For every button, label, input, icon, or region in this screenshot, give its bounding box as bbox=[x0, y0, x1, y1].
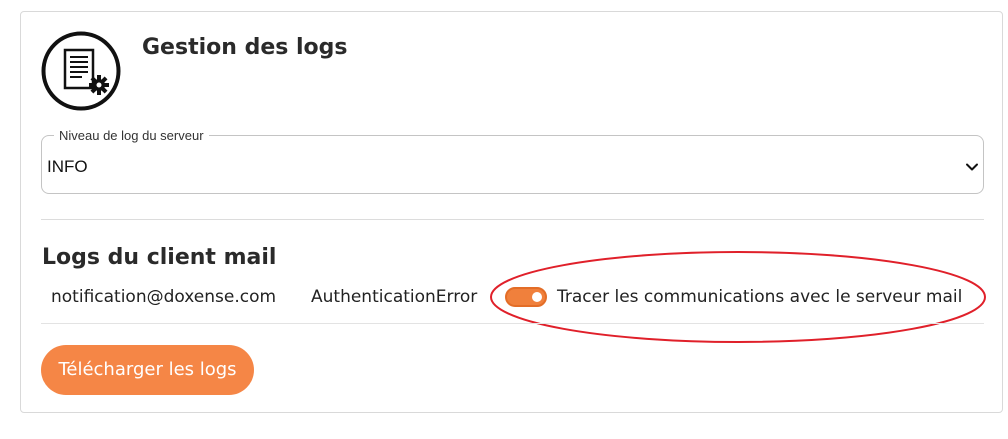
section-divider bbox=[41, 219, 984, 220]
toggle-knob bbox=[532, 292, 542, 302]
page-title: Gestion des logs bbox=[142, 35, 348, 60]
log-settings-icon bbox=[41, 31, 121, 111]
server-log-level-label: Niveau de log du serveur bbox=[54, 127, 209, 145]
mail-client-status: AuthenticationError bbox=[311, 287, 478, 307]
mail-logs-title: Logs du client mail bbox=[42, 245, 277, 270]
mail-client-email: notification@doxense.com bbox=[51, 287, 277, 307]
trace-communications-label[interactable]: Tracer les communications avec le serveu… bbox=[557, 285, 962, 309]
server-log-level-value[interactable]: INFO bbox=[47, 156, 88, 178]
row-divider bbox=[41, 323, 984, 324]
trace-communications-toggle[interactable] bbox=[505, 287, 547, 307]
chevron-down-icon[interactable] bbox=[965, 159, 979, 173]
download-logs-button[interactable]: Télécharger les logs bbox=[41, 345, 254, 395]
